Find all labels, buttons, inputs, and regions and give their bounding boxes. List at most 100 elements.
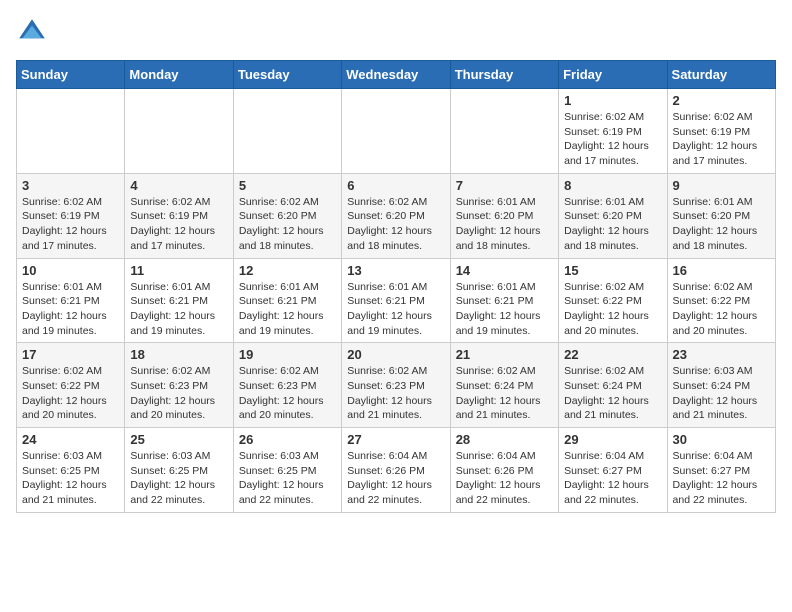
day-number: 23 [673, 347, 770, 362]
cell-info: Sunrise: 6:02 AM Sunset: 6:24 PM Dayligh… [564, 364, 661, 423]
weekday-header-saturday: Saturday [667, 61, 775, 89]
cell-info: Sunrise: 6:04 AM Sunset: 6:27 PM Dayligh… [673, 449, 770, 508]
weekday-header-sunday: Sunday [17, 61, 125, 89]
cell-info: Sunrise: 6:03 AM Sunset: 6:24 PM Dayligh… [673, 364, 770, 423]
cell-info: Sunrise: 6:02 AM Sunset: 6:23 PM Dayligh… [347, 364, 444, 423]
day-number: 25 [130, 432, 227, 447]
day-number: 30 [673, 432, 770, 447]
calendar-cell: 9 Sunrise: 6:01 AM Sunset: 6:20 PM Daylig… [667, 173, 775, 258]
day-number: 28 [456, 432, 553, 447]
cell-info: Sunrise: 6:03 AM Sunset: 6:25 PM Dayligh… [239, 449, 336, 508]
calendar-cell: 15 Sunrise: 6:02 AM Sunset: 6:22 PM Dayli… [559, 258, 667, 343]
calendar-cell [125, 89, 233, 174]
cell-info: Sunrise: 6:02 AM Sunset: 6:20 PM Dayligh… [239, 195, 336, 254]
day-number: 27 [347, 432, 444, 447]
day-number: 24 [22, 432, 119, 447]
cell-info: Sunrise: 6:01 AM Sunset: 6:21 PM Dayligh… [456, 280, 553, 339]
cell-info: Sunrise: 6:01 AM Sunset: 6:21 PM Dayligh… [22, 280, 119, 339]
page-header [16, 16, 776, 48]
calendar-cell: 26 Sunrise: 6:03 AM Sunset: 6:25 PM Dayli… [233, 428, 341, 513]
day-number: 26 [239, 432, 336, 447]
cell-info: Sunrise: 6:02 AM Sunset: 6:19 PM Dayligh… [564, 110, 661, 169]
day-number: 14 [456, 263, 553, 278]
day-number: 15 [564, 263, 661, 278]
calendar-week-2: 3 Sunrise: 6:02 AM Sunset: 6:19 PM Daylig… [17, 173, 776, 258]
calendar-cell: 3 Sunrise: 6:02 AM Sunset: 6:19 PM Daylig… [17, 173, 125, 258]
cell-info: Sunrise: 6:02 AM Sunset: 6:23 PM Dayligh… [239, 364, 336, 423]
day-number: 20 [347, 347, 444, 362]
calendar-cell: 25 Sunrise: 6:03 AM Sunset: 6:25 PM Dayli… [125, 428, 233, 513]
calendar-cell: 19 Sunrise: 6:02 AM Sunset: 6:23 PM Dayli… [233, 343, 341, 428]
calendar-cell: 21Sunrise: 6:02 AM Sunset: 6:24 PM Dayli… [450, 343, 558, 428]
calendar-cell: 17 Sunrise: 6:02 AM Sunset: 6:22 PM Dayli… [17, 343, 125, 428]
calendar-cell: 30 Sunrise: 6:04 AM Sunset: 6:27 PM Dayli… [667, 428, 775, 513]
calendar-cell: 11 Sunrise: 6:01 AM Sunset: 6:21 PM Dayli… [125, 258, 233, 343]
calendar-cell: 4Sunrise: 6:02 AM Sunset: 6:19 PM Daylig… [125, 173, 233, 258]
day-number: 16 [673, 263, 770, 278]
cell-info: Sunrise: 6:02 AM Sunset: 6:19 PM Dayligh… [130, 195, 227, 254]
calendar-cell: 13 Sunrise: 6:01 AM Sunset: 6:21 PM Dayli… [342, 258, 450, 343]
calendar-cell [450, 89, 558, 174]
cell-info: Sunrise: 6:01 AM Sunset: 6:21 PM Dayligh… [239, 280, 336, 339]
day-number: 6 [347, 178, 444, 193]
cell-info: Sunrise: 6:02 AM Sunset: 6:22 PM Dayligh… [673, 280, 770, 339]
logo [16, 16, 52, 48]
calendar-cell [17, 89, 125, 174]
cell-info: Sunrise: 6:04 AM Sunset: 6:27 PM Dayligh… [564, 449, 661, 508]
cell-info: Sunrise: 6:01 AM Sunset: 6:20 PM Dayligh… [564, 195, 661, 254]
cell-info: Sunrise: 6:02 AM Sunset: 6:20 PM Dayligh… [347, 195, 444, 254]
calendar-cell: 2 Sunrise: 6:02 AM Sunset: 6:19 PM Daylig… [667, 89, 775, 174]
day-number: 8 [564, 178, 661, 193]
cell-info: Sunrise: 6:04 AM Sunset: 6:26 PM Dayligh… [456, 449, 553, 508]
weekday-header-friday: Friday [559, 61, 667, 89]
day-number: 12 [239, 263, 336, 278]
calendar-cell: 23 Sunrise: 6:03 AM Sunset: 6:24 PM Dayli… [667, 343, 775, 428]
calendar-cell [233, 89, 341, 174]
day-number: 13 [347, 263, 444, 278]
calendar-week-4: 17 Sunrise: 6:02 AM Sunset: 6:22 PM Dayli… [17, 343, 776, 428]
cell-info: Sunrise: 6:02 AM Sunset: 6:19 PM Dayligh… [673, 110, 770, 169]
day-number: 5 [239, 178, 336, 193]
calendar-cell: 12 Sunrise: 6:01 AM Sunset: 6:21 PM Dayli… [233, 258, 341, 343]
calendar-cell: 29 Sunrise: 6:04 AM Sunset: 6:27 PM Dayli… [559, 428, 667, 513]
day-number: 3 [22, 178, 119, 193]
calendar-cell: 7 Sunrise: 6:01 AM Sunset: 6:20 PM Daylig… [450, 173, 558, 258]
cell-info: Sunrise: 6:02 AM Sunset: 6:23 PM Dayligh… [130, 364, 227, 423]
day-number: 22 [564, 347, 661, 362]
cell-info: Sunrise: 6:02 AM Sunset: 6:22 PM Dayligh… [22, 364, 119, 423]
calendar-cell: 27 Sunrise: 6:04 AM Sunset: 6:26 PM Dayli… [342, 428, 450, 513]
cell-info: Sunrise: 6:02 AM Sunset: 6:19 PM Dayligh… [22, 195, 119, 254]
day-number: 19 [239, 347, 336, 362]
day-number: 21 [456, 347, 553, 362]
cell-info: Sunrise: 6:01 AM Sunset: 6:20 PM Dayligh… [673, 195, 770, 254]
calendar-cell: 8 Sunrise: 6:01 AM Sunset: 6:20 PM Daylig… [559, 173, 667, 258]
calendar-cell: 20 Sunrise: 6:02 AM Sunset: 6:23 PM Dayli… [342, 343, 450, 428]
calendar-cell: 1 Sunrise: 6:02 AM Sunset: 6:19 PM Daylig… [559, 89, 667, 174]
calendar-cell: 6 Sunrise: 6:02 AM Sunset: 6:20 PM Daylig… [342, 173, 450, 258]
cell-info: Sunrise: 6:02 AM Sunset: 6:22 PM Dayligh… [564, 280, 661, 339]
cell-info: Sunrise: 6:04 AM Sunset: 6:26 PM Dayligh… [347, 449, 444, 508]
day-number: 18 [130, 347, 227, 362]
day-number: 17 [22, 347, 119, 362]
day-number: 2 [673, 93, 770, 108]
day-number: 7 [456, 178, 553, 193]
day-number: 9 [673, 178, 770, 193]
day-number: 10 [22, 263, 119, 278]
day-number: 29 [564, 432, 661, 447]
cell-info: Sunrise: 6:03 AM Sunset: 6:25 PM Dayligh… [130, 449, 227, 508]
calendar-cell: 24Sunrise: 6:03 AM Sunset: 6:25 PM Dayli… [17, 428, 125, 513]
calendar-cell: 16 Sunrise: 6:02 AM Sunset: 6:22 PM Dayli… [667, 258, 775, 343]
cell-info: Sunrise: 6:01 AM Sunset: 6:21 PM Dayligh… [130, 280, 227, 339]
calendar-cell: 5 Sunrise: 6:02 AM Sunset: 6:20 PM Daylig… [233, 173, 341, 258]
day-number: 11 [130, 263, 227, 278]
calendar-cell [342, 89, 450, 174]
weekday-header-row: SundayMondayTuesdayWednesdayThursdayFrid… [17, 61, 776, 89]
day-number: 1 [564, 93, 661, 108]
weekday-header-thursday: Thursday [450, 61, 558, 89]
weekday-header-tuesday: Tuesday [233, 61, 341, 89]
calendar-week-1: 1 Sunrise: 6:02 AM Sunset: 6:19 PM Daylig… [17, 89, 776, 174]
calendar-cell: 18 Sunrise: 6:02 AM Sunset: 6:23 PM Dayli… [125, 343, 233, 428]
weekday-header-monday: Monday [125, 61, 233, 89]
cell-info: Sunrise: 6:01 AM Sunset: 6:21 PM Dayligh… [347, 280, 444, 339]
cell-info: Sunrise: 6:01 AM Sunset: 6:20 PM Dayligh… [456, 195, 553, 254]
